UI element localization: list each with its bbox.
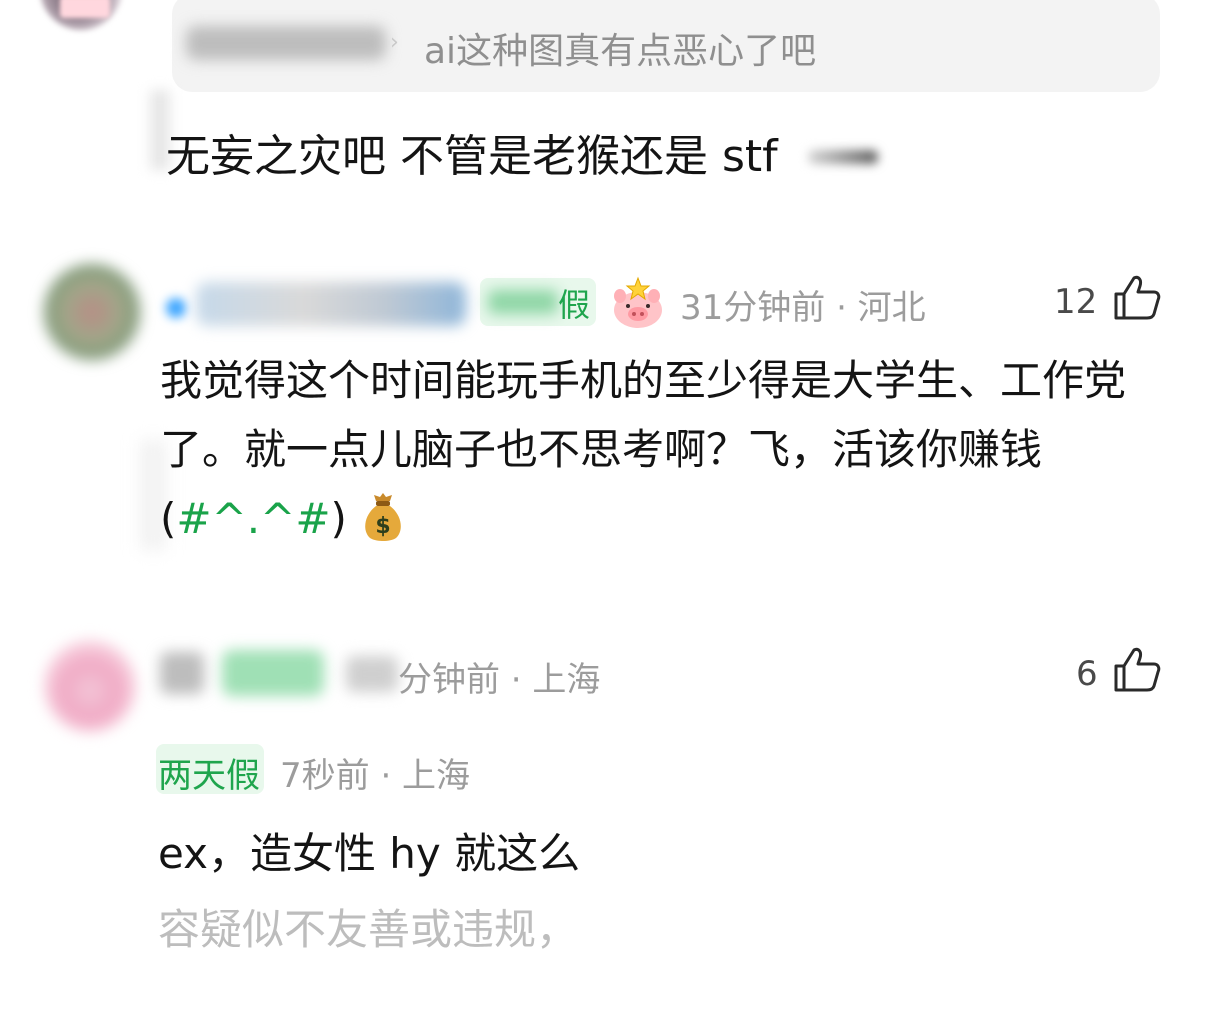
reply-text-redacted-tail <box>808 150 878 164</box>
comment-meta: 7秒前 · 上海 <box>280 756 471 796</box>
top-user-avatar-badge <box>60 0 110 18</box>
like-count: 12 <box>1054 282 1098 322</box>
thumbs-up-icon[interactable] <box>1112 274 1162 322</box>
quote-separator-icon: › <box>390 30 399 55</box>
comment-username-redacted[interactable] <box>196 282 466 326</box>
reply-text: 无妄之灾吧 不管是老猴还是 stf <box>166 131 778 182</box>
emoticon-text: #^.^# <box>176 494 331 543</box>
svg-text:$: $ <box>376 514 391 539</box>
like-count: 6 <box>1076 654 1098 694</box>
comment-body: 我觉得这个时间能玩手机的至少得是大学生、工作党了。就一点儿脑子也不思考啊？飞，活… <box>160 346 1170 553</box>
user-tag-redacted <box>222 650 324 696</box>
comment-avatar[interactable] <box>44 640 136 732</box>
quoted-username-redacted <box>186 26 386 60</box>
verified-badge-icon <box>166 298 186 318</box>
comment-avatar[interactable] <box>44 264 140 360</box>
comment-meta: 31分钟前 · 河北 <box>680 288 926 328</box>
user-tag-label: 两天假 <box>158 756 260 796</box>
user-tag-label: 假 <box>558 286 591 324</box>
moderation-warning: 容疑似不友善或违规， <box>158 905 579 954</box>
quoted-reply-text: ai这种图真有点恶心了吧 <box>424 31 817 72</box>
pig-avatar-badge-icon <box>614 276 662 328</box>
comment-body-end: ) <box>330 494 347 543</box>
user-tag-redacted <box>488 290 558 314</box>
comment-body: ex，造女性 hy 就这么 <box>158 829 581 878</box>
thumbs-up-icon[interactable] <box>1112 646 1162 694</box>
money-bag-icon: $ <box>365 493 402 541</box>
comment-meta: 分钟前 · 上海 <box>398 660 601 700</box>
comment-username-redacted[interactable] <box>160 652 204 694</box>
time-redacted <box>346 656 398 692</box>
